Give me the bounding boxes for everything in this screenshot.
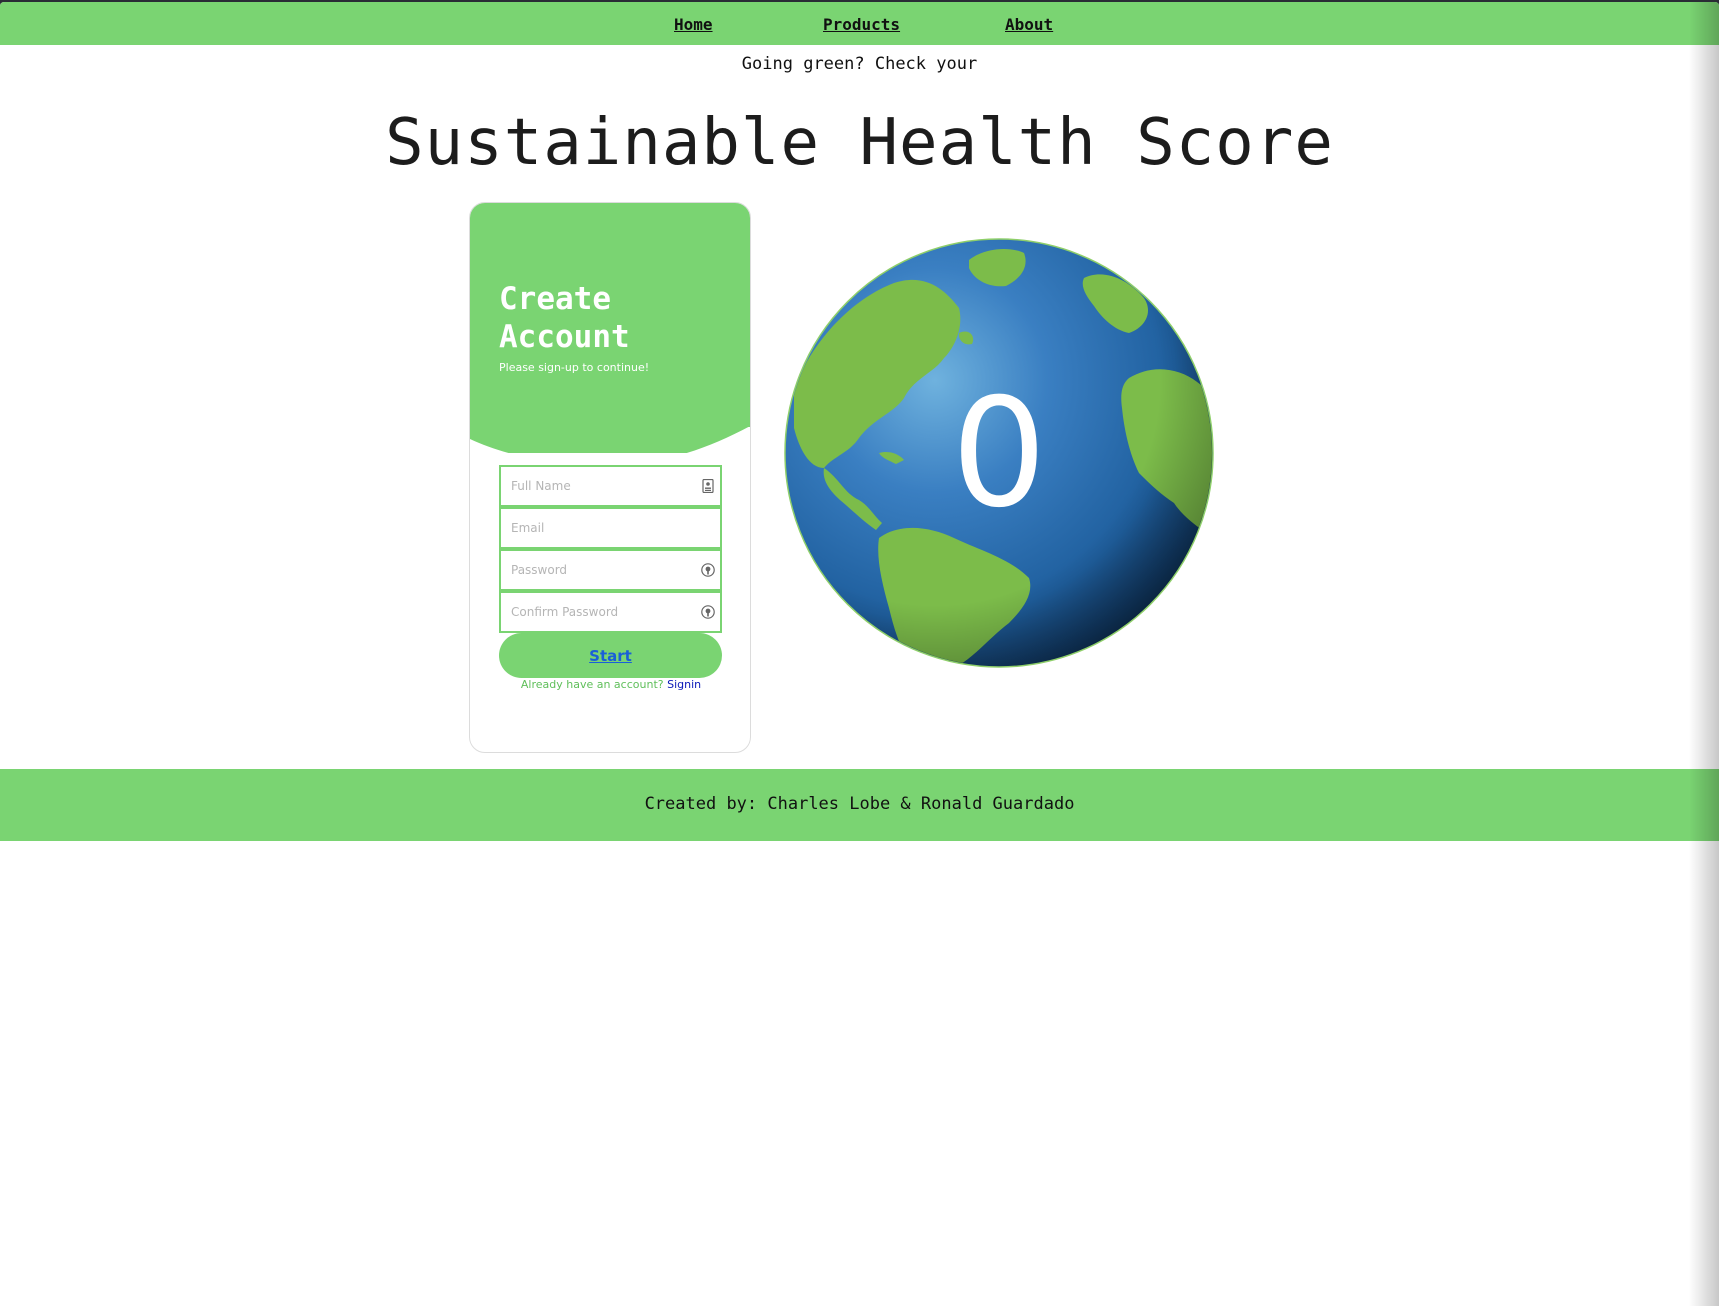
lock-icon (701, 563, 715, 577)
signin-prompt: Already have an account? (520, 678, 664, 691)
start-button[interactable]: Start (499, 633, 722, 678)
footer: Created by: Charles Lobe & Ronald Guarda… (0, 769, 1719, 841)
nav-home-link[interactable]: Home (674, 15, 713, 34)
signin-row: Already have an account? Signin (470, 678, 750, 691)
signup-subtitle: Please sign-up to continue! (499, 361, 650, 374)
top-navbar: Home Products About (0, 2, 1719, 45)
email-input[interactable] (501, 509, 720, 547)
lock-icon (701, 605, 715, 619)
confirm-password-field (499, 591, 722, 633)
window-edge-shadow (1689, 2, 1719, 1306)
nav-products-link[interactable]: Products (823, 15, 900, 34)
confirm-password-input[interactable] (501, 593, 720, 631)
full-name-field (499, 465, 722, 507)
signup-title: Create Account (499, 281, 630, 355)
start-button-label: Start (589, 647, 632, 665)
page: Home Products About Going green? Check y… (0, 2, 1719, 1306)
health-score-value: 0 (951, 367, 1047, 541)
password-input[interactable] (501, 551, 720, 589)
signin-link[interactable]: Signin (667, 678, 701, 691)
page-title: Sustainable Health Score (385, 106, 1334, 180)
tagline: Going green? Check your (741, 54, 978, 74)
full-name-input[interactable] (501, 467, 720, 505)
nav-about-link[interactable]: About (1005, 15, 1053, 34)
signup-card: Create Account Please sign-up to continu… (469, 202, 751, 753)
password-field (499, 549, 722, 591)
footer-credits: Created by: Charles Lobe & Ronald Guarda… (644, 794, 1075, 814)
email-field (499, 507, 722, 549)
id-card-icon (702, 479, 714, 493)
